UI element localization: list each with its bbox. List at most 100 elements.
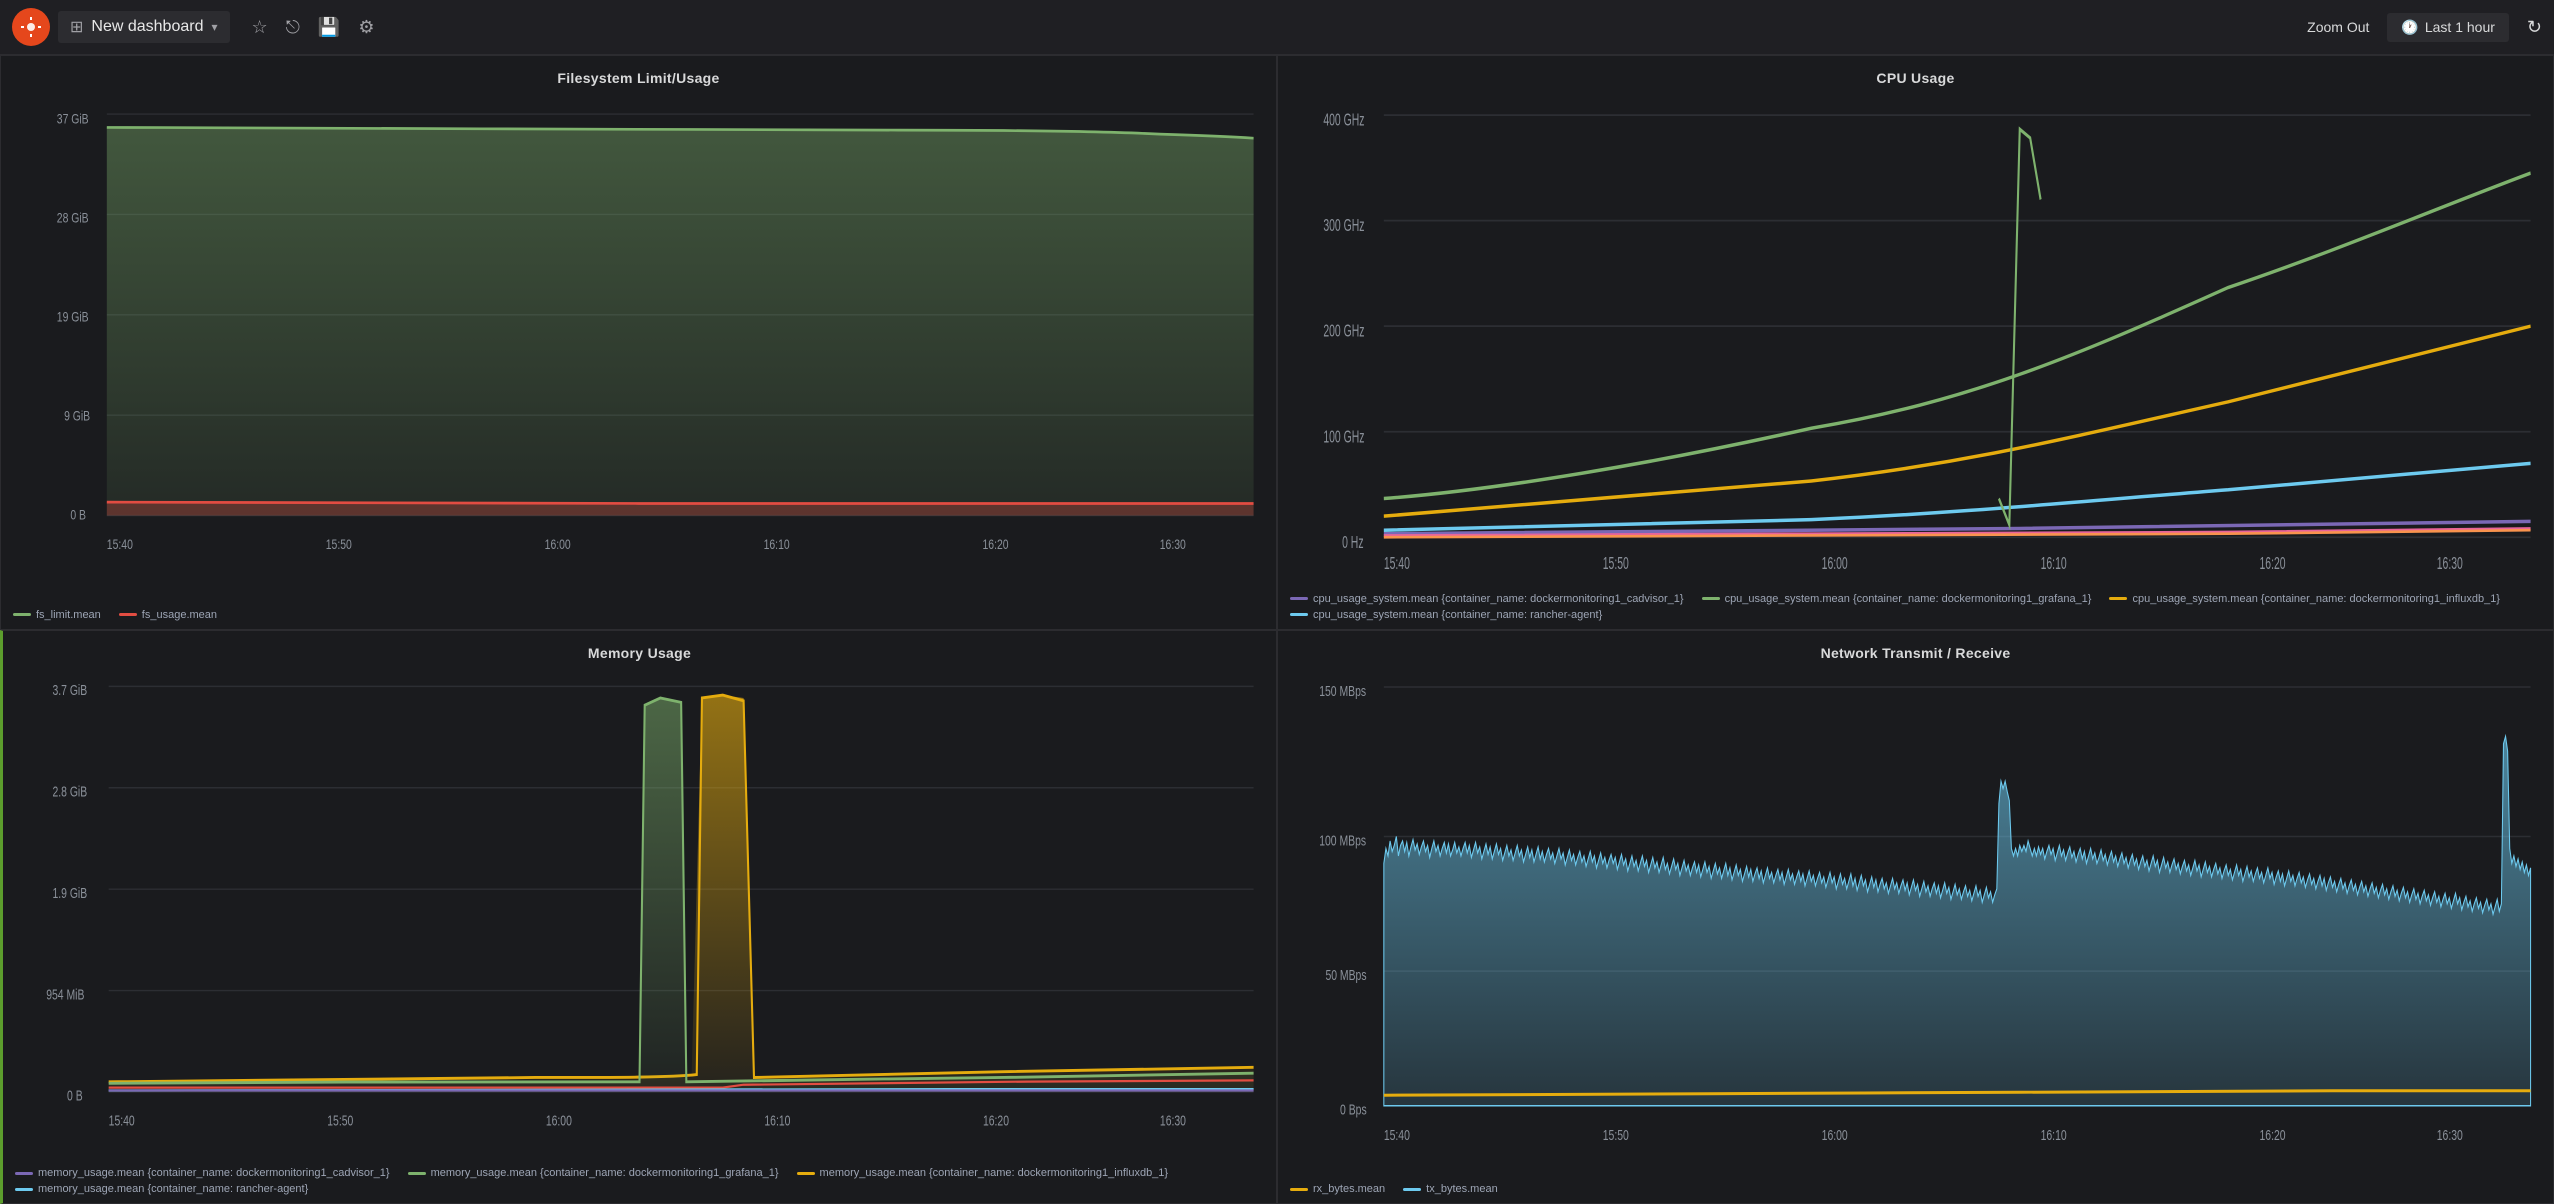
- legend-color-fslimit: [13, 613, 31, 616]
- legend-color-cpu-cadvisor: [1290, 597, 1308, 600]
- legend-color-tx: [1403, 1188, 1421, 1191]
- svg-text:300 GHz: 300 GHz: [1323, 217, 1364, 236]
- svg-text:3.7 GiB: 3.7 GiB: [52, 682, 87, 698]
- legend-item-mem-cadvisor: memory_usage.mean {container_name: docke…: [15, 1167, 390, 1179]
- grafana-logo[interactable]: [12, 8, 50, 46]
- memory-chart-area: 3.7 GiB 2.8 GiB 1.9 GiB 954 MiB 0 B: [15, 669, 1264, 1162]
- dashboard-title-button[interactable]: ⊞ New dashboard ▾: [58, 11, 230, 43]
- legend-label-mem-grafana: memory_usage.mean {container_name: docke…: [431, 1167, 779, 1179]
- topnav: ⊞ New dashboard ▾ ☆ ⎋ 💾 ⚙ Zoom Out 🕐 Las…: [0, 0, 2554, 55]
- svg-text:16:20: 16:20: [2260, 1126, 2286, 1143]
- svg-text:16:00: 16:00: [1822, 554, 1848, 573]
- legend-label-mem-cadvisor: memory_usage.mean {container_name: docke…: [38, 1167, 390, 1179]
- svg-text:16:00: 16:00: [1822, 1126, 1848, 1143]
- svg-text:16:30: 16:30: [2437, 1126, 2463, 1143]
- legend-label-cpu-cadvisor: cpu_usage_system.mean {container_name: d…: [1313, 593, 1684, 605]
- network-chart-area: 150 MBps 100 MBps 50 MBps 0 Bps: [1290, 669, 2541, 1178]
- svg-text:2.8 GiB: 2.8 GiB: [52, 783, 87, 799]
- zoom-out-button[interactable]: Zoom Out: [2307, 19, 2369, 35]
- legend-item-mem-influxdb: memory_usage.mean {container_name: docke…: [797, 1167, 1169, 1179]
- svg-text:16:10: 16:10: [764, 537, 790, 553]
- svg-text:15:40: 15:40: [107, 537, 133, 553]
- share-icon[interactable]: ⎋: [286, 17, 300, 38]
- svg-text:16:30: 16:30: [1160, 537, 1186, 553]
- svg-text:15:50: 15:50: [327, 1112, 353, 1128]
- svg-text:100 MBps: 100 MBps: [1319, 831, 1366, 848]
- svg-text:100 GHz: 100 GHz: [1323, 428, 1364, 447]
- network-title: Network Transmit / Receive: [1290, 639, 2541, 669]
- network-chart: 150 MBps 100 MBps 50 MBps 0 Bps: [1290, 669, 2541, 1178]
- svg-text:15:50: 15:50: [326, 537, 352, 553]
- filesystem-chart-area: 37 GiB 28 GiB 19 GiB 9 GiB 0 B: [13, 94, 1264, 603]
- settings-icon[interactable]: ⚙: [358, 17, 374, 38]
- memory-panel: Memory Usage 3.7 GiB 2.8 GiB 1.9 GiB 954…: [0, 630, 1277, 1204]
- refresh-icon[interactable]: ↻: [2527, 17, 2542, 38]
- cpu-legend: cpu_usage_system.mean {container_name: d…: [1290, 587, 2541, 629]
- legend-color-mem-grafana: [408, 1172, 426, 1175]
- svg-text:28 GiB: 28 GiB: [57, 210, 89, 226]
- legend-label-mem-influxdb: memory_usage.mean {container_name: docke…: [820, 1167, 1169, 1179]
- legend-item-rx: rx_bytes.mean: [1290, 1183, 1385, 1195]
- legend-item-fslimit: fs_limit.mean: [13, 609, 101, 621]
- legend-color-rx: [1290, 1188, 1308, 1191]
- svg-text:0 Bps: 0 Bps: [1340, 1100, 1367, 1117]
- legend-color-cpu-influxdb: [2109, 597, 2127, 600]
- svg-text:150 MBps: 150 MBps: [1319, 681, 1366, 698]
- clock-icon: 🕐: [2401, 19, 2418, 36]
- filesystem-chart: 37 GiB 28 GiB 19 GiB 9 GiB 0 B: [13, 94, 1264, 603]
- legend-item-fsusage: fs_usage.mean: [119, 609, 217, 621]
- svg-text:16:20: 16:20: [2260, 554, 2286, 573]
- filesystem-title: Filesystem Limit/Usage: [13, 64, 1264, 94]
- svg-text:16:10: 16:10: [2041, 554, 2067, 573]
- svg-text:400 GHz: 400 GHz: [1323, 111, 1364, 130]
- svg-text:50 MBps: 50 MBps: [1325, 966, 1366, 983]
- time-range-label: Last 1 hour: [2425, 19, 2495, 35]
- legend-color-mem-cadvisor: [15, 1172, 33, 1175]
- network-panel: Network Transmit / Receive 150 MBps 100 …: [1277, 630, 2554, 1204]
- filesystem-panel: Filesystem Limit/Usage 37 GiB 28 GiB 19 …: [0, 55, 1277, 630]
- svg-text:16:30: 16:30: [1160, 1112, 1186, 1128]
- dashboard-grid: Filesystem Limit/Usage 37 GiB 28 GiB 19 …: [0, 55, 2554, 1204]
- legend-item-tx: tx_bytes.mean: [1403, 1183, 1498, 1195]
- star-icon[interactable]: ☆: [252, 17, 268, 38]
- svg-text:0 B: 0 B: [70, 507, 86, 523]
- svg-text:15:40: 15:40: [1384, 554, 1410, 573]
- legend-label-cpu-grafana: cpu_usage_system.mean {container_name: d…: [1725, 593, 2092, 605]
- memory-legend: memory_usage.mean {container_name: docke…: [15, 1161, 1264, 1203]
- legend-item-cpu-influxdb: cpu_usage_system.mean {container_name: d…: [2109, 593, 2500, 605]
- time-range-picker[interactable]: 🕐 Last 1 hour: [2387, 13, 2509, 42]
- legend-label-mem-rancher: memory_usage.mean {container_name: ranch…: [38, 1183, 308, 1195]
- svg-text:954 MiB: 954 MiB: [46, 986, 84, 1002]
- legend-color-cpu-rancher: [1290, 613, 1308, 616]
- legend-item-mem-rancher: memory_usage.mean {container_name: ranch…: [15, 1183, 308, 1195]
- filesystem-legend: fs_limit.mean fs_usage.mean: [13, 603, 1264, 629]
- memory-chart: 3.7 GiB 2.8 GiB 1.9 GiB 954 MiB 0 B: [15, 669, 1264, 1162]
- cpu-chart-area: 400 GHz 300 GHz 200 GHz 100 GHz 0 Hz: [1290, 94, 2541, 587]
- svg-text:16:20: 16:20: [983, 537, 1009, 553]
- network-legend: rx_bytes.mean tx_bytes.mean: [1290, 1177, 2541, 1203]
- legend-item-mem-grafana: memory_usage.mean {container_name: docke…: [408, 1167, 779, 1179]
- legend-item-cpu-grafana: cpu_usage_system.mean {container_name: d…: [1702, 593, 2092, 605]
- legend-label-fslimit: fs_limit.mean: [36, 609, 101, 621]
- cpu-panel: CPU Usage 400 GHz 300 GHz 200 GHz 100 GH…: [1277, 55, 2554, 630]
- legend-label-cpu-rancher: cpu_usage_system.mean {container_name: r…: [1313, 609, 1602, 621]
- caret-down-icon: ▾: [211, 20, 217, 34]
- svg-text:16:00: 16:00: [546, 1112, 572, 1128]
- svg-text:15:50: 15:50: [1603, 554, 1629, 573]
- svg-text:15:40: 15:40: [1384, 1126, 1410, 1143]
- svg-text:16:30: 16:30: [2437, 554, 2463, 573]
- nav-right: Zoom Out 🕐 Last 1 hour ↻: [2307, 13, 2542, 42]
- dashboard-title: New dashboard: [91, 18, 203, 36]
- legend-label-rx: rx_bytes.mean: [1313, 1183, 1385, 1195]
- legend-label-tx: tx_bytes.mean: [1426, 1183, 1498, 1195]
- svg-text:15:50: 15:50: [1603, 1126, 1629, 1143]
- legend-color-cpu-grafana: [1702, 597, 1720, 600]
- legend-label-cpu-influxdb: cpu_usage_system.mean {container_name: d…: [2132, 593, 2500, 605]
- svg-text:15:40: 15:40: [109, 1112, 135, 1128]
- save-icon[interactable]: 💾: [318, 17, 340, 38]
- cpu-chart: 400 GHz 300 GHz 200 GHz 100 GHz 0 Hz: [1290, 94, 2541, 587]
- svg-text:16:10: 16:10: [764, 1112, 790, 1128]
- svg-text:16:00: 16:00: [545, 537, 571, 553]
- svg-text:9 GiB: 9 GiB: [64, 408, 90, 424]
- svg-text:19 GiB: 19 GiB: [57, 309, 89, 325]
